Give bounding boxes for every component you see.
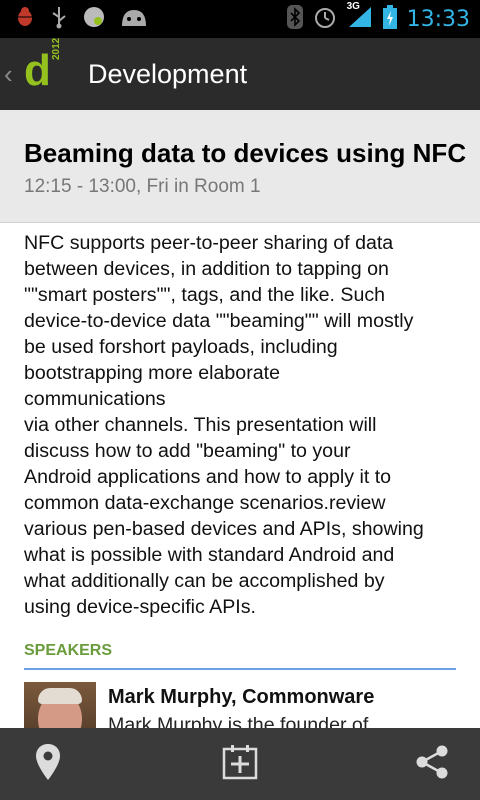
- speakers-header: SPEAKERS: [24, 642, 456, 670]
- status-clock: 13:33: [406, 6, 470, 32]
- session-time-room: 12:15 - 13:00, Fri in Room 1: [24, 176, 261, 197]
- add-to-calendar-icon: [222, 744, 258, 785]
- abstract-line: device-to-device data ""beaming"" will m…: [24, 310, 414, 332]
- add-to-calendar-button[interactable]: [192, 728, 288, 800]
- signal-icon: 3G: [347, 1, 373, 34]
- action-bar: ‹ d 2012 Development: [0, 38, 480, 111]
- action-bar-title: Development: [88, 58, 248, 89]
- abstract-line: via other channels. This presentation wi…: [24, 414, 377, 436]
- logo-year: 2012: [51, 37, 62, 60]
- android-icon: [120, 6, 148, 33]
- up-chevron-icon[interactable]: ‹: [4, 59, 22, 90]
- abstract-line: communications: [24, 388, 166, 410]
- map-pin-icon: [36, 743, 60, 785]
- abstract-line: common data-exchange scenarios.review: [24, 492, 386, 514]
- abstract-line: be used forshort payloads, including: [24, 336, 338, 358]
- session-abstract: NFC supports peer-to-peer sharing of dat…: [24, 230, 458, 620]
- logo-letter: d: [24, 46, 51, 95]
- abstract-line: what additionally can be accomplished by: [24, 570, 385, 592]
- status-bar: 3G 13:33: [0, 0, 480, 38]
- android-bug-icon: [14, 5, 36, 34]
- abstract-line: various pen-based devices and APIs, show…: [24, 518, 424, 540]
- usb-icon: [50, 5, 68, 34]
- share-button[interactable]: [384, 728, 480, 800]
- abstract-line: using device-specific APIs.: [24, 596, 256, 618]
- session-header: Beaming data to devices using NFC 12:15 …: [0, 110, 480, 223]
- battery-charging-icon: [382, 4, 397, 34]
- app-logo[interactable]: d 2012: [24, 38, 68, 96]
- network-type-label: 3G: [346, 0, 360, 12]
- session-title: Beaming data to devices using NFC: [24, 138, 467, 168]
- share-icon: [414, 744, 450, 785]
- alarm-icon: [313, 5, 337, 34]
- abstract-line: ""smart posters"", tags, and the like. S…: [24, 284, 386, 306]
- abstract-line: NFC supports peer-to-peer sharing of dat…: [24, 232, 394, 254]
- abstract-line: discuss how to add "beaming" to your: [24, 440, 351, 462]
- abstract-line: bootstrapping more elaborate: [24, 362, 280, 384]
- speaker-hair: [38, 688, 82, 704]
- app-icon: [82, 5, 106, 34]
- speaker-name[interactable]: Mark Murphy, Commonware: [108, 686, 374, 709]
- abstract-line: what is possible with standard Android a…: [24, 544, 395, 566]
- abstract-line: between devices, in addition to tapping …: [24, 258, 389, 280]
- map-button[interactable]: [0, 728, 96, 800]
- bottom-action-bar: [0, 728, 480, 800]
- abstract-line: Android applications and how to apply it…: [24, 466, 392, 488]
- bluetooth-icon: [286, 4, 303, 34]
